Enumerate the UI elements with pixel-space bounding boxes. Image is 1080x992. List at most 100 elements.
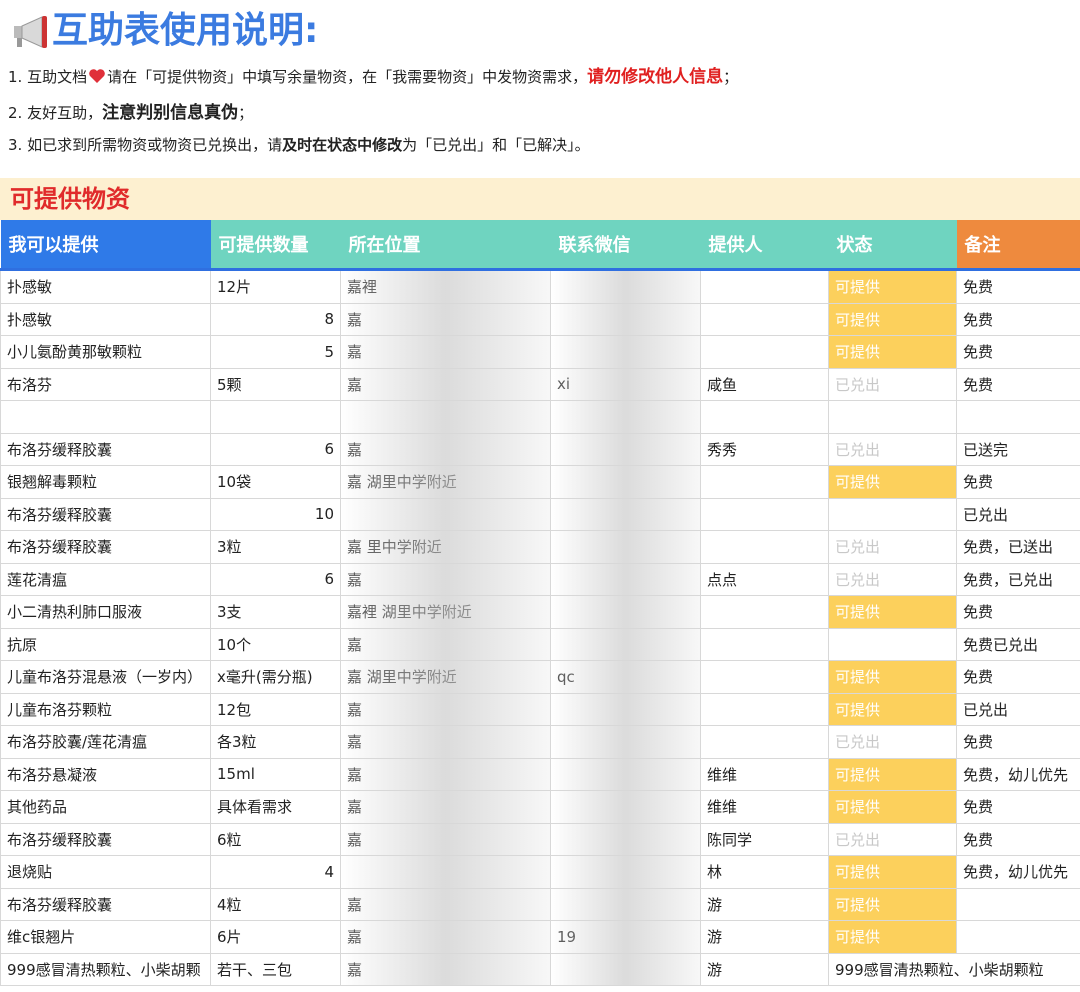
cell-quantity[interactable]: 8	[210, 302, 341, 336]
cell-location[interactable]: 嘉	[340, 757, 551, 791]
column-header[interactable]: 可提供数量	[210, 220, 341, 271]
cell-status[interactable]: 已兑出	[828, 725, 957, 759]
cell-provider[interactable]	[700, 302, 829, 336]
cell-note[interactable]: 免费，幼儿优先	[956, 855, 1080, 889]
cell-status[interactable]: 可提供	[828, 302, 957, 336]
cell-item[interactable]: 布洛芬胶囊/莲花清瘟	[0, 725, 211, 759]
cell-provider[interactable]	[700, 335, 829, 369]
cell-provider[interactable]: 陈同学	[700, 822, 829, 856]
cell-wechat[interactable]	[550, 302, 701, 336]
cell-location[interactable]: 嘉裡 湖里中学附近	[340, 595, 551, 629]
cell-location[interactable]: 嘉	[340, 335, 551, 369]
cell-item[interactable]: 扑感敏	[0, 302, 211, 336]
cell-item[interactable]: 布洛芬缓释胶囊	[0, 432, 211, 466]
cell-wechat[interactable]	[550, 400, 701, 434]
cell-wechat[interactable]	[550, 692, 701, 726]
cell-status[interactable]: 已兑出	[828, 432, 957, 466]
cell-wechat[interactable]	[550, 432, 701, 466]
cell-status[interactable]: 可提供	[828, 692, 957, 726]
cell-quantity[interactable]: 具体看需求	[210, 790, 341, 824]
cell-location[interactable]: 嘉	[340, 790, 551, 824]
cell-note[interactable]	[956, 400, 1080, 434]
cell-status[interactable]: 已兑出	[828, 562, 957, 596]
cell-location[interactable]: 嘉	[340, 562, 551, 596]
cell-quantity[interactable]: 12包	[210, 692, 341, 726]
cell-location[interactable]	[340, 855, 551, 889]
cell-item[interactable]: 999感冒清热颗粒、小柴胡颗	[0, 952, 211, 986]
cell-provider[interactable]: 咸鱼	[700, 367, 829, 401]
cell-location[interactable]: 嘉	[340, 725, 551, 759]
cell-item[interactable]: 布洛芬缓释胶囊	[0, 887, 211, 921]
cell-note[interactable]: 免费，已送出	[956, 530, 1080, 564]
cell-note[interactable]: 免费	[956, 269, 1080, 304]
cell-status[interactable]: 可提供	[828, 660, 957, 694]
cell-location[interactable]: 嘉 里中学附近	[340, 530, 551, 564]
cell-provider[interactable]: 维维	[700, 757, 829, 791]
cell-quantity[interactable]: 6粒	[210, 822, 341, 856]
cell-wechat[interactable]	[550, 269, 701, 304]
cell-status[interactable]: 可提供	[828, 757, 957, 791]
cell-note[interactable]: 免费	[956, 822, 1080, 856]
column-header[interactable]: 所在位置	[340, 220, 551, 271]
column-header[interactable]: 状态	[828, 220, 957, 271]
cell-provider[interactable]: 点点	[700, 562, 829, 596]
cell-wechat[interactable]	[550, 465, 701, 499]
cell-item[interactable]: 小二清热利肺口服液	[0, 595, 211, 629]
cell-quantity[interactable]: 4	[210, 855, 341, 889]
cell-wechat[interactable]: xi	[550, 367, 701, 401]
cell-provider[interactable]: 维维	[700, 790, 829, 824]
cell-location[interactable]	[340, 497, 551, 531]
cell-note[interactable]: 免费	[956, 595, 1080, 629]
cell-note[interactable]: 免费	[956, 725, 1080, 759]
cell-wechat[interactable]	[550, 887, 701, 921]
cell-location[interactable]: 嘉	[340, 432, 551, 466]
cell-status[interactable]: 已兑出	[828, 822, 957, 856]
cell-note[interactable]: 已兑出	[956, 497, 1080, 531]
cell-provider[interactable]	[700, 465, 829, 499]
cell-status[interactable]: 可提供	[828, 887, 957, 921]
cell-wechat[interactable]: qc	[550, 660, 701, 694]
column-header[interactable]: 提供人	[700, 220, 829, 271]
cell-note[interactable]: 免费，幼儿优先	[956, 757, 1080, 791]
cell-status[interactable]: 可提供	[828, 920, 957, 954]
cell-item[interactable]: 抗原	[0, 627, 211, 661]
cell-location[interactable]: 嘉	[340, 367, 551, 401]
cell-location[interactable]: 嘉	[340, 627, 551, 661]
cell-status[interactable]: 可提供	[828, 269, 957, 304]
cell-note[interactable]: 免费，已兑出	[956, 562, 1080, 596]
cell-quantity[interactable]: 5颗	[210, 367, 341, 401]
cell-wechat[interactable]	[550, 725, 701, 759]
cell-provider[interactable]	[700, 725, 829, 759]
cell-item[interactable]: 扑感敏	[0, 269, 211, 304]
cell-quantity[interactable]: x毫升(需分瓶)	[210, 660, 341, 694]
cell-provider[interactable]: 游	[700, 887, 829, 921]
cell-quantity[interactable]: 12片	[210, 269, 341, 304]
cell-location[interactable]: 嘉	[340, 822, 551, 856]
cell-status[interactable]: 999感冒清热颗粒、小柴胡颗粒	[828, 952, 1080, 986]
cell-wechat[interactable]	[550, 757, 701, 791]
cell-status[interactable]: 可提供	[828, 465, 957, 499]
cell-item[interactable]: 莲花清瘟	[0, 562, 211, 596]
cell-quantity[interactable]: 6	[210, 562, 341, 596]
cell-status[interactable]	[828, 497, 957, 531]
cell-status[interactable]	[828, 627, 957, 661]
cell-note[interactable]: 免费	[956, 465, 1080, 499]
cell-status[interactable]	[828, 400, 957, 434]
cell-provider[interactable]	[700, 595, 829, 629]
cell-item[interactable]: 其他药品	[0, 790, 211, 824]
cell-wechat[interactable]	[550, 790, 701, 824]
cell-item[interactable]	[0, 400, 211, 434]
cell-location[interactable]	[340, 400, 551, 434]
cell-note[interactable]: 免费	[956, 790, 1080, 824]
cell-quantity[interactable]: 4粒	[210, 887, 341, 921]
cell-item[interactable]: 布洛芬缓释胶囊	[0, 497, 211, 531]
cell-location[interactable]: 嘉	[340, 952, 551, 986]
cell-status[interactable]: 可提供	[828, 335, 957, 369]
cell-provider[interactable]: 林	[700, 855, 829, 889]
cell-quantity[interactable]: 各3粒	[210, 725, 341, 759]
cell-quantity[interactable]: 10个	[210, 627, 341, 661]
cell-quantity[interactable]: 5	[210, 335, 341, 369]
cell-quantity[interactable]: 6	[210, 432, 341, 466]
cell-quantity[interactable]: 3支	[210, 595, 341, 629]
cell-note[interactable]: 免费	[956, 367, 1080, 401]
